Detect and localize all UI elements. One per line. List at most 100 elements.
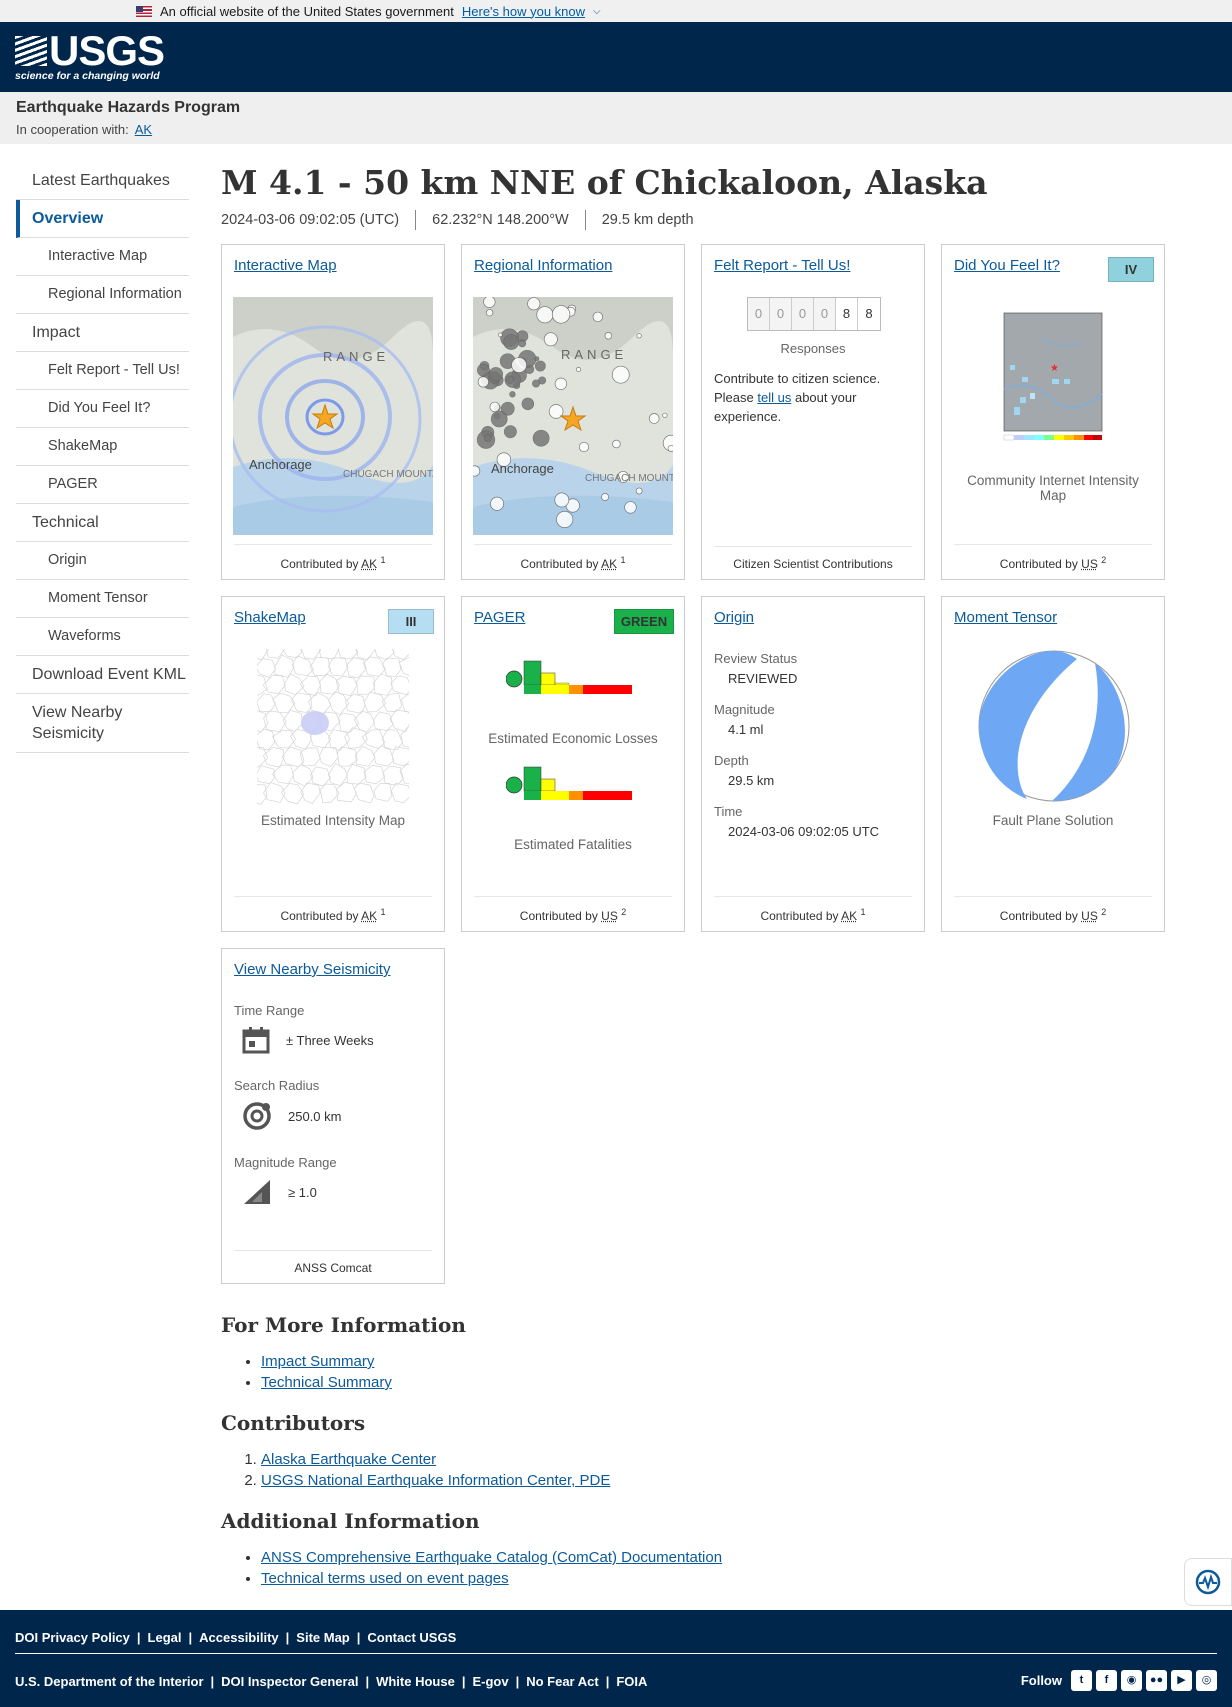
shakemap-thumbnail[interactable]: [245, 637, 422, 805]
gov-banner-text: An official website of the United States…: [160, 3, 454, 19]
dyfi-link[interactable]: Did You Feel It?: [954, 257, 1060, 274]
regional-info-card: Regional Information RANGE Anchorage CHU…: [461, 244, 685, 580]
counter-digit: 0: [792, 298, 814, 330]
contributors-link[interactable]: Alaska Earthquake Center: [261, 1451, 436, 1468]
sidebar-item-pager[interactable]: PAGER: [16, 466, 189, 504]
tell-us-link[interactable]: tell us: [757, 390, 791, 405]
calendar-icon: [242, 1027, 270, 1054]
felt-report-link[interactable]: Felt Report - Tell Us!: [714, 257, 850, 274]
nearby-seismicity-link[interactable]: View Nearby Seismicity: [234, 961, 390, 978]
footer-link[interactable]: No Fear Act: [526, 1674, 598, 1689]
additional-info-list: ANSS Comprehensive Earthquake Catalog (C…: [261, 1547, 1221, 1589]
github-icon[interactable]: ◉: [1121, 1670, 1142, 1691]
footer-link[interactable]: FOIA: [616, 1674, 647, 1689]
moment-tensor-card: Moment Tensor Fault Plane Solution Contr…: [941, 596, 1165, 932]
felt-foot: Citizen Scientist Contributions: [714, 546, 912, 571]
pager-link[interactable]: PAGER: [474, 609, 525, 626]
search-radius-value: 250.0 km: [288, 1108, 342, 1124]
contributors-heading: Contributors: [221, 1411, 366, 1435]
main-content: M 4.1 - 50 km NNE of Chickaloon, Alaska …: [221, 162, 1221, 1587]
counter-digit: 0: [748, 298, 770, 330]
more-info-list: Impact Summary Technical Summary: [261, 1351, 1221, 1393]
moment-tensor-link[interactable]: Moment Tensor: [954, 609, 1057, 626]
shakemap-intensity-badge: III: [388, 609, 434, 634]
pager-fatal-caption: Estimated Fatalities: [514, 837, 632, 852]
usgs-logo[interactable]: USGS science for a changing world: [15, 30, 165, 82]
sidebar-item-interactive-map[interactable]: Interactive Map: [16, 238, 189, 276]
sidebar-item-felt-report-tell-us[interactable]: Felt Report - Tell Us!: [16, 352, 189, 390]
origin-field-label: Magnitude: [714, 702, 775, 717]
how-you-know-link[interactable]: Here's how you know: [462, 4, 585, 19]
interactive-map-link[interactable]: Interactive Map: [234, 257, 337, 274]
beachball-diagram[interactable]: [977, 649, 1131, 808]
origin-card: Origin Review Status REVIEWED Magnitude 4.1…: [701, 596, 925, 932]
nearby-details: Time Range ± Three Weeks Search Radius 2…: [234, 1003, 434, 1230]
instagram-icon[interactable]: ◎: [1196, 1670, 1217, 1691]
sidebar-item-view-nearby-seismicity[interactable]: View Nearby Seismicity: [16, 694, 189, 753]
more-info-section: For More Information Impact Summary Techn…: [221, 1295, 1221, 1589]
chevron-down-icon[interactable]: ⌵: [593, 6, 601, 17]
counter-digit: 0: [814, 298, 836, 330]
footer-link[interactable]: U.S. Department of the Interior: [15, 1674, 204, 1689]
origin-field-value: 4.1 ml: [728, 722, 764, 737]
sidebar-item-moment-tensor[interactable]: Moment Tensor: [16, 580, 189, 618]
dyfi-card: Did You Feel It? IV ★ Community Internet…: [941, 244, 1165, 580]
flickr-icon[interactable]: ●●: [1146, 1670, 1167, 1691]
sidebar-item-technical[interactable]: Technical: [16, 504, 189, 542]
footer-link[interactable]: DOI Inspector General: [221, 1674, 358, 1689]
contrib-line: Contributed by AK 1: [474, 544, 672, 571]
shakemap-link[interactable]: ShakeMap: [234, 609, 306, 626]
footer-link[interactable]: Accessibility: [199, 1630, 279, 1645]
contributors-link[interactable]: USGS National Earthquake Information Cen…: [261, 1472, 610, 1489]
footer-link[interactable]: DOI Privacy Policy: [15, 1630, 130, 1645]
facebook-icon[interactable]: f: [1096, 1670, 1117, 1691]
map-label-chugach: CHUGACH MOUNTAINS: [343, 469, 433, 480]
sidebar-item-shakemap[interactable]: ShakeMap: [16, 428, 189, 466]
origin-link[interactable]: Origin: [714, 609, 754, 626]
footer-link[interactable]: Site Map: [296, 1630, 349, 1645]
pager-econ-histogram[interactable]: [505, 659, 642, 714]
origin-field-label: Depth: [714, 753, 749, 768]
more-info-link[interactable]: Impact Summary: [261, 1353, 374, 1370]
sidebar-item-origin[interactable]: Origin: [16, 542, 189, 580]
regional-info-link[interactable]: Regional Information: [474, 257, 612, 274]
summary-cards: Interactive Map RANGE Anchorage CHUGACH …: [221, 244, 1221, 1284]
feedback-button[interactable]: [1184, 1558, 1232, 1606]
sidebar-item-download-event-kml[interactable]: Download Event KML: [16, 656, 189, 694]
time-range-value: ± Three Weeks: [286, 1032, 374, 1048]
sidebar-item-latest-earthquakes[interactable]: Latest Earthquakes: [16, 162, 189, 200]
map-label-anchorage: Anchorage: [491, 461, 554, 476]
more-info-link[interactable]: Technical Summary: [261, 1374, 392, 1391]
origin-field-label: Time: [714, 804, 743, 819]
sidebar-item-waveforms[interactable]: Waveforms: [16, 618, 189, 656]
additional-link[interactable]: ANSS Comprehensive Earthquake Catalog (C…: [261, 1549, 722, 1566]
sidebar-item-did-you-feel-it[interactable]: Did You Feel It?: [16, 390, 189, 428]
footer-link[interactable]: E-gov: [472, 1674, 508, 1689]
sidebar-item-overview[interactable]: Overview: [16, 200, 189, 238]
dyfi-map-thumbnail[interactable]: ★: [992, 299, 1114, 451]
additional-link[interactable]: Technical terms used on event pages: [261, 1570, 509, 1587]
shakemap-card: ShakeMap III Estimated Intensity Map Con…: [221, 596, 445, 932]
magnitude-ramp-icon: [244, 1180, 270, 1204]
nearby-foot: ANSS Comcat: [234, 1250, 432, 1275]
pager-econ-caption: Estimated Economic Losses: [488, 731, 658, 746]
twitter-icon[interactable]: t: [1071, 1670, 1092, 1691]
dyfi-caption: Community Internet Intensity Map: [967, 473, 1139, 503]
seismogram-icon: [1195, 1569, 1221, 1595]
sidebar-item-regional-information[interactable]: Regional Information: [16, 276, 189, 314]
footer-link[interactable]: Legal: [148, 1630, 182, 1645]
youtube-icon[interactable]: ▶: [1171, 1670, 1192, 1691]
interactive-map-thumbnail[interactable]: RANGE Anchorage CHUGACH MOUNTAINS: [233, 297, 433, 535]
regional-map-thumbnail[interactable]: RANGE Anchorage CHUGACH MOUNTAINS: [473, 297, 673, 535]
footer-link[interactable]: White House: [376, 1674, 455, 1689]
event-summary: 2024-03-06 09:02:05 (UTC) 62.232°N 148.2…: [221, 210, 1221, 230]
map-label-range: RANGE: [323, 349, 390, 364]
interactive-map-card: Interactive Map RANGE Anchorage CHUGACH …: [221, 244, 445, 580]
footer-link[interactable]: Contact USGS: [367, 1630, 456, 1645]
responses-label: Responses: [780, 341, 846, 356]
program-subheader: Earthquake Hazards Program In cooperatio…: [0, 92, 1232, 144]
coop-network-link[interactable]: AK: [135, 122, 152, 137]
felt-report-card: Felt Report - Tell Us! 000088 Responses …: [701, 244, 925, 580]
sidebar-item-impact[interactable]: Impact: [16, 314, 189, 352]
pager-fatal-histogram[interactable]: [505, 765, 642, 820]
